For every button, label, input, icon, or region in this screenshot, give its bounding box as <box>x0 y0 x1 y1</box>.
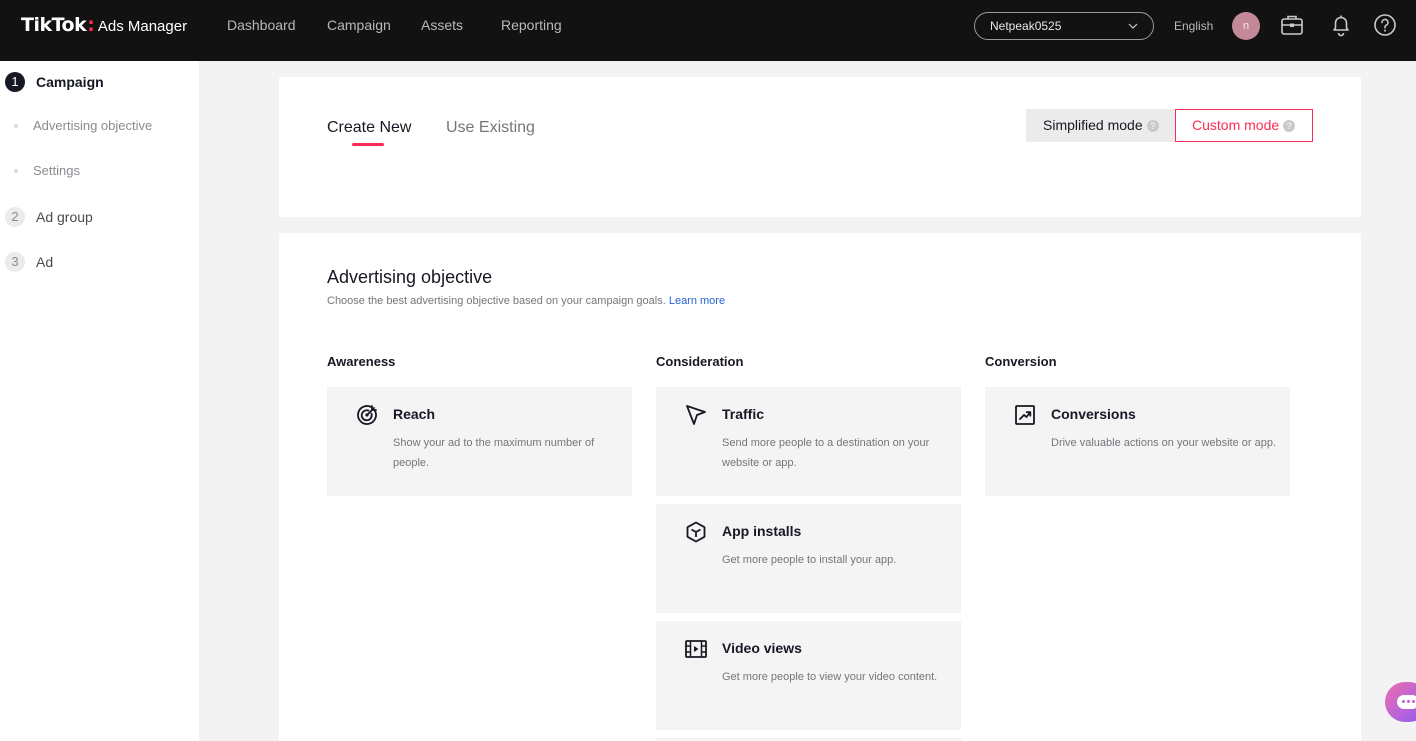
help-icon[interactable] <box>1373 13 1397 37</box>
nav-reporting[interactable]: Reporting <box>501 17 562 33</box>
simplified-mode-button[interactable]: Simplified mode? <box>1026 109 1176 142</box>
chat-icon <box>1397 695 1416 709</box>
objective-description: Get more people to install your app. <box>722 554 897 566</box>
nav-campaign[interactable]: Campaign <box>327 17 391 33</box>
objective-description: Drive valuable actions on your website o… <box>1051 437 1277 449</box>
account-select[interactable]: Netpeak0525 <box>974 12 1154 40</box>
step-label: Campaign <box>36 74 104 90</box>
column-heading-awareness: Awareness <box>327 354 396 369</box>
bell-icon[interactable] <box>1329 13 1353 37</box>
objective-description: Show your ad to the maximum number of pe… <box>393 437 595 469</box>
bullet-dot <box>14 168 18 173</box>
learn-more-link[interactable]: Learn more <box>669 295 725 307</box>
campaign-steps-sidebar: 1 Campaign Advertising objective Setting… <box>0 61 199 741</box>
mode-label: Custom mode <box>1192 117 1280 133</box>
step-ad[interactable]: 3 Ad <box>5 252 53 272</box>
objective-title: Conversions <box>1051 406 1136 422</box>
mode-label: Simplified mode <box>1043 117 1143 133</box>
objective-conversions[interactable]: Conversions Drive valuable actions on yo… <box>985 387 1290 496</box>
avatar[interactable]: n <box>1232 12 1260 40</box>
bullet-dot <box>14 123 18 128</box>
section-subtitle: Choose the best advertising objective ba… <box>327 295 725 307</box>
logo-colon: : <box>87 14 95 36</box>
objective-title: Reach <box>393 406 436 422</box>
objective-title: Video views <box>722 640 802 656</box>
objective-title: App installs <box>722 523 802 539</box>
film-icon <box>685 640 707 658</box>
step-number: 1 <box>5 72 25 92</box>
objective-title: Traffic <box>722 406 765 422</box>
advertising-objective-card: Advertising objective Choose the best ad… <box>279 233 1361 741</box>
objective-reach[interactable]: Reach Show your ad to the maximum number… <box>327 387 632 496</box>
chat-support-button[interactable] <box>1385 682 1416 722</box>
objective-description: Get more people to view your video conte… <box>722 671 938 683</box>
language-selector[interactable]: English <box>1174 19 1213 33</box>
reach-icon <box>357 405 377 425</box>
nav-dashboard[interactable]: Dashboard <box>227 17 296 33</box>
top-navigation-bar: TikTok: Ads Manager Dashboard Campaign As… <box>0 0 1416 61</box>
objective-traffic[interactable]: Traffic Send more people to a destinatio… <box>656 387 961 496</box>
substep-label: Advertising objective <box>33 118 153 133</box>
section-title: Advertising objective <box>327 267 493 287</box>
step-ad-group[interactable]: 2 Ad group <box>5 207 93 227</box>
tab-use-existing[interactable]: Use Existing <box>446 119 535 137</box>
column-heading-consideration: Consideration <box>656 354 744 369</box>
step-campaign[interactable]: 1 Campaign <box>5 72 104 92</box>
campaign-setup-card: Create New Use Existing Simplified mode?… <box>279 77 1361 217</box>
subtitle-text: Choose the best advertising objective ba… <box>327 295 666 307</box>
step-number: 3 <box>5 252 25 272</box>
nav-assets[interactable]: Assets <box>421 17 463 33</box>
cube-icon <box>686 521 706 543</box>
step-number: 2 <box>5 207 25 227</box>
trend-chart-icon <box>1015 405 1035 425</box>
tiktok-ads-manager-logo[interactable]: TikTok: Ads Manager <box>21 14 187 36</box>
objective-app-installs[interactable]: App installs Get more people to install … <box>656 504 961 613</box>
cursor-icon <box>686 405 706 425</box>
substep-settings[interactable]: Settings <box>14 163 80 178</box>
briefcase-icon[interactable] <box>1280 13 1304 37</box>
custom-mode-button[interactable]: Custom mode? <box>1175 109 1313 142</box>
step-label: Ad <box>36 254 54 270</box>
question-icon[interactable]: ? <box>1283 120 1296 132</box>
objective-description: Send more people to a destination on you… <box>722 437 930 469</box>
objective-video-views[interactable]: Video views Get more people to view your… <box>656 621 961 730</box>
account-name: Netpeak0525 <box>990 19 1062 33</box>
column-heading-conversion: Conversion <box>985 354 1057 369</box>
substep-label: Settings <box>33 163 80 178</box>
substep-advertising-objective[interactable]: Advertising objective <box>14 118 152 133</box>
step-label: Ad group <box>36 209 93 225</box>
chevron-down-icon <box>1128 23 1138 29</box>
logo-wordmark: TikTok <box>21 14 87 36</box>
question-icon[interactable]: ? <box>1146 120 1159 132</box>
active-tab-indicator <box>352 143 384 146</box>
logo-subtitle: Ads Manager <box>97 18 188 35</box>
tab-create-new[interactable]: Create New <box>327 119 411 137</box>
